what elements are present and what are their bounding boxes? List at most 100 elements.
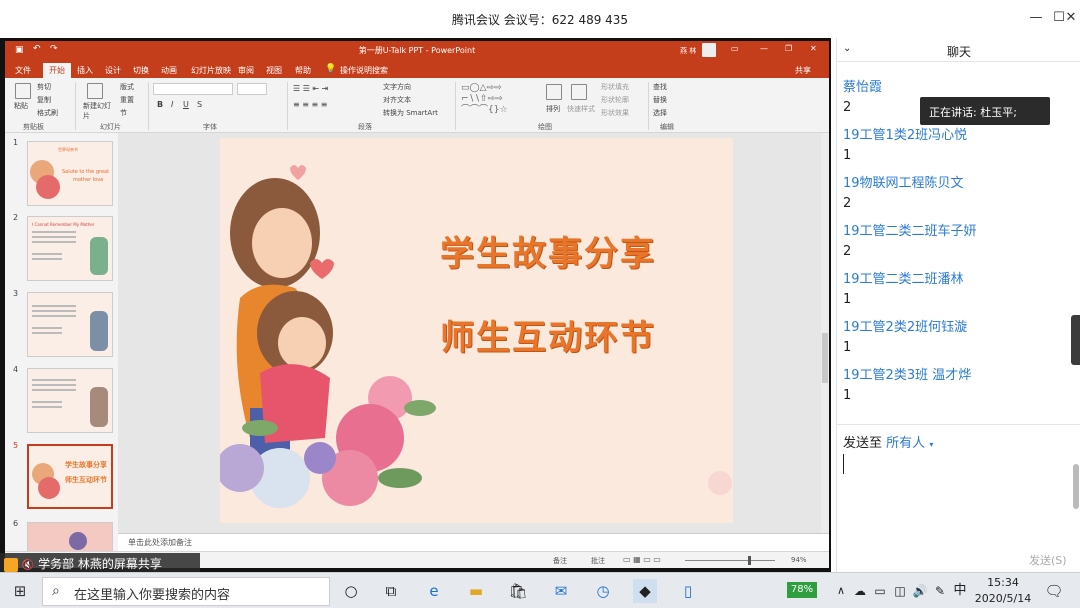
notes-button[interactable]: 备注: [553, 556, 567, 566]
slide-thumb-1[interactable]: 世界母亲节 Salute to the great mother love: [27, 141, 113, 206]
taskbar-search[interactable]: ⌕ 在这里输入你要搜索的内容: [42, 577, 330, 606]
slide-thumb-4[interactable]: [27, 368, 113, 433]
shape-effects-button[interactable]: 形状效果: [601, 108, 629, 118]
new-slide-button[interactable]: 新建幻灯片: [83, 101, 113, 121]
quick-styles-button[interactable]: 快速样式: [567, 104, 595, 114]
ime-indicator[interactable]: 中: [948, 579, 972, 603]
close-icon[interactable]: ✕: [810, 44, 817, 53]
send-button[interactable]: 发送(S): [1029, 552, 1067, 568]
arrange-button[interactable]: 排列: [546, 104, 560, 114]
view-buttons[interactable]: ▭ ▦ ▭ ▭: [623, 555, 661, 564]
shapes-gallery[interactable]: ▭◯△⇨⇨ ⌐∖∖⇧⇨⇨ ⌒⌒⌒{}☆: [461, 83, 531, 117]
font-name-select[interactable]: [153, 83, 233, 95]
chat-sender[interactable]: 19工管1类2班冯心悦: [843, 124, 967, 143]
arrange-icon[interactable]: [546, 84, 562, 100]
minimize-icon[interactable]: —: [1026, 8, 1046, 28]
chat-input[interactable]: [843, 448, 1067, 544]
tab-file[interactable]: 文件: [15, 65, 31, 76]
new-slide-icon[interactable]: [87, 83, 103, 99]
thumb-text: 师生互动环节: [65, 476, 107, 484]
windows-start-icon[interactable]: ⊞: [8, 579, 32, 603]
strikethrough-icon[interactable]: S: [197, 100, 202, 109]
paste-icon[interactable]: [15, 83, 31, 99]
quick-styles-icon[interactable]: [571, 84, 587, 100]
chat-sender[interactable]: 19物联网工程陈贝文: [843, 172, 964, 191]
slide-thumb-3[interactable]: [27, 292, 113, 357]
slide-title-line2[interactable]: 师生互动环节: [440, 310, 656, 359]
slide-thumb-5[interactable]: 学生故事分享 师生互动环节: [27, 444, 113, 509]
shape-outline-button[interactable]: 形状轮廓: [601, 95, 629, 105]
restore-icon[interactable]: ❐: [785, 44, 792, 53]
avatar[interactable]: [702, 43, 716, 57]
font-size-select[interactable]: [237, 83, 267, 95]
copy-button[interactable]: 复制: [37, 95, 51, 105]
cut-button[interactable]: 剪切: [37, 82, 51, 92]
text-direction-button[interactable]: 文字方向: [383, 82, 411, 92]
select-button[interactable]: 选择: [653, 108, 667, 118]
smartart-button[interactable]: 转换为 SmartArt: [383, 108, 438, 118]
user-icon: [4, 557, 18, 572]
vertical-scrollbar[interactable]: [821, 133, 829, 533]
tab-view[interactable]: 视图: [266, 65, 282, 76]
tab-home[interactable]: 开始: [43, 63, 71, 78]
comments-button[interactable]: 批注: [591, 556, 605, 566]
notification-icon[interactable]: 🗨: [1042, 579, 1066, 603]
italic-icon[interactable]: I: [171, 100, 173, 109]
bold-icon[interactable]: B: [157, 100, 163, 109]
tab-review[interactable]: 审阅: [238, 65, 254, 76]
tab-help[interactable]: 帮助: [295, 65, 311, 76]
thumb-number: 2: [13, 213, 19, 222]
minimize-icon[interactable]: —: [760, 44, 768, 53]
share-button[interactable]: 共享: [795, 65, 811, 76]
ribbon-display-icon[interactable]: ▭: [731, 44, 739, 53]
tab-animations[interactable]: 动画: [161, 65, 177, 76]
cortana-icon[interactable]: ○: [339, 579, 363, 603]
tablet-app-icon[interactable]: ▯: [676, 579, 700, 603]
align-icons[interactable]: ≡ ≡ ≡ ≡: [293, 100, 327, 109]
paste-button[interactable]: 粘贴: [14, 101, 28, 111]
tab-insert[interactable]: 插入: [77, 65, 93, 76]
bullets-icon[interactable]: ☰ ☰ ⇤ ⇥: [293, 84, 328, 93]
chat-sender[interactable]: 19工管2类2班何钰漩: [843, 316, 967, 335]
tab-slideshow[interactable]: 幻灯片放映: [191, 65, 231, 76]
find-button[interactable]: 查找: [653, 82, 667, 92]
side-handle[interactable]: [1071, 315, 1080, 365]
windows-taskbar: ⊞ ⌕ 在这里输入你要搜索的内容 ○ ⧉ e ▬ 🛍 ✉ ◷ ◆ ▯ 78% ∧…: [0, 572, 1080, 608]
current-slide[interactable]: 学生故事分享 师生互动环节: [220, 138, 733, 523]
slide-title-line1[interactable]: 学生故事分享: [440, 226, 656, 275]
close-icon[interactable]: ✕: [1061, 8, 1080, 28]
tab-transitions[interactable]: 切换: [133, 65, 149, 76]
underline-icon[interactable]: U: [183, 100, 189, 109]
battery-indicator[interactable]: 78%: [787, 582, 817, 598]
shape-fill-button[interactable]: 形状填充: [601, 82, 629, 92]
tencent-meeting-icon[interactable]: ◆: [633, 579, 657, 603]
reset-button[interactable]: 重置: [120, 95, 134, 105]
edge-icon[interactable]: e: [422, 579, 446, 603]
replace-button[interactable]: 替换: [653, 95, 667, 105]
clock-date[interactable]: 2020/5/14: [971, 592, 1035, 605]
clock-time[interactable]: 15:34: [975, 576, 1031, 589]
notes-pane[interactable]: 单击此处添加备注: [118, 533, 829, 551]
tell-me-search[interactable]: 操作说明搜索: [340, 65, 388, 76]
file-explorer-icon[interactable]: ▬: [464, 579, 488, 603]
align-text-button[interactable]: 对齐文本: [383, 95, 411, 105]
zoom-level[interactable]: 94%: [791, 556, 807, 564]
chat-message: 2: [843, 244, 852, 259]
clock-app-icon[interactable]: ◷: [591, 579, 615, 603]
section-button[interactable]: 节: [120, 108, 127, 118]
slide-thumb-2[interactable]: I Cannot Remember My Mother: [27, 216, 113, 281]
group-editing: 编辑: [660, 123, 674, 131]
tab-design[interactable]: 设计: [105, 65, 121, 76]
chat-sender[interactable]: 19工管二类二班潘林: [843, 268, 964, 287]
layout-button[interactable]: 版式: [120, 82, 134, 92]
chat-sender[interactable]: 19工管2类3班 温才烨: [843, 364, 971, 383]
chat-sender[interactable]: 19工管二类二班车子妍: [843, 220, 977, 239]
zoom-thumb[interactable]: [748, 556, 751, 565]
zoom-slider[interactable]: [685, 560, 775, 561]
scrollbar[interactable]: [1073, 464, 1079, 509]
mail-icon[interactable]: ✉: [549, 579, 573, 603]
chat-sender[interactable]: 蔡怡霞: [843, 76, 882, 95]
store-icon[interactable]: 🛍: [506, 579, 530, 603]
task-view-icon[interactable]: ⧉: [379, 579, 403, 603]
format-painter-button[interactable]: 格式刷: [37, 108, 58, 118]
